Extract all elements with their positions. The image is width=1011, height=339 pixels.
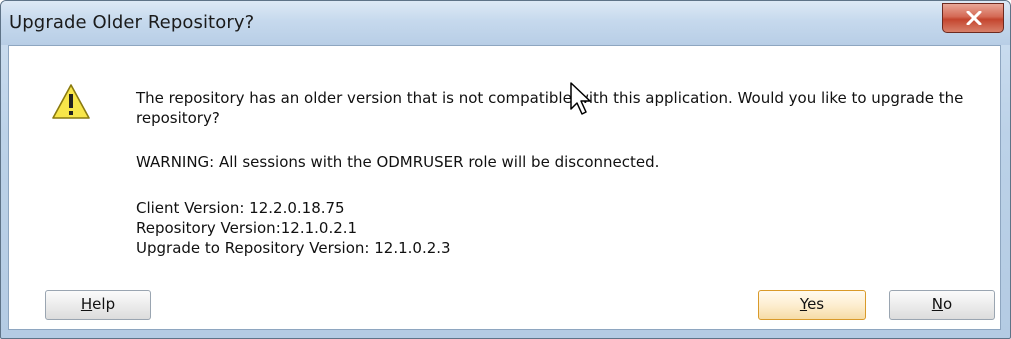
repository-version-text: Repository Version:12.1.0.2.1 <box>136 219 358 237</box>
no-button[interactable]: No <box>889 290 995 320</box>
window-title: Upgrade Older Repository? <box>9 12 255 33</box>
no-label-rest: o <box>943 295 953 313</box>
warning-icon <box>52 84 90 119</box>
yes-label-rest: es <box>807 295 825 313</box>
dialog-message: The repository has an older version that… <box>136 89 964 127</box>
help-button[interactable]: Help <box>45 290 151 320</box>
warning-text: WARNING: All sessions with the ODMRUSER … <box>136 153 660 171</box>
help-label-rest: elp <box>92 295 116 313</box>
no-mnemonic: N <box>931 295 944 313</box>
dialog-window: Upgrade Older Repository? The repository… <box>0 0 1011 339</box>
close-icon <box>966 11 982 25</box>
title-bar[interactable]: Upgrade Older Repository? <box>1 1 1010 45</box>
close-button[interactable] <box>942 3 1004 33</box>
dialog-content: The repository has an older version that… <box>8 45 1001 330</box>
mouse-cursor-icon <box>570 82 591 115</box>
client-version-text: Client Version: 12.2.0.18.75 <box>136 199 345 217</box>
yes-mnemonic: Y <box>799 295 808 313</box>
help-mnemonic: H <box>80 295 93 313</box>
yes-button[interactable]: Yes <box>758 290 866 320</box>
upgrade-version-text: Upgrade to Repository Version: 12.1.0.2.… <box>136 239 451 257</box>
